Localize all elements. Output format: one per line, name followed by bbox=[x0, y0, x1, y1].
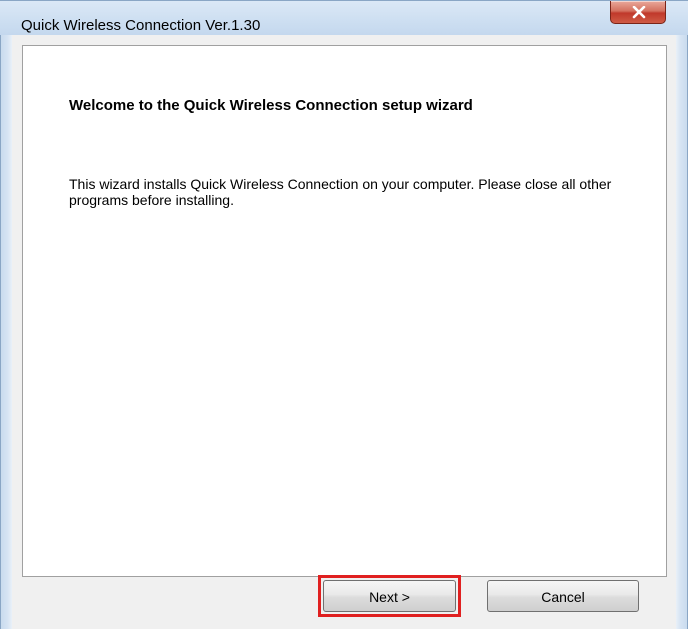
wizard-content-panel: Welcome to the Quick Wireless Connection… bbox=[22, 45, 667, 577]
wizard-heading: Welcome to the Quick Wireless Connection… bbox=[69, 97, 473, 114]
title-bar[interactable]: Quick Wireless Connection Ver.1.30 bbox=[0, 0, 688, 35]
setup-window: Quick Wireless Connection Ver.1.30 Welco… bbox=[0, 0, 688, 629]
next-button[interactable]: Next > bbox=[323, 580, 456, 612]
window-title: Quick Wireless Connection Ver.1.30 bbox=[21, 17, 261, 34]
window-frame-left bbox=[0, 0, 12, 629]
close-button[interactable] bbox=[610, 1, 666, 24]
window-frame-right bbox=[676, 0, 688, 629]
close-icon bbox=[632, 6, 646, 19]
button-area-divider bbox=[22, 576, 667, 577]
cancel-button[interactable]: Cancel bbox=[487, 580, 639, 612]
wizard-description: This wizard installs Quick Wireless Conn… bbox=[69, 176, 612, 208]
wizard-client-area: Welcome to the Quick Wireless Connection… bbox=[12, 35, 676, 629]
